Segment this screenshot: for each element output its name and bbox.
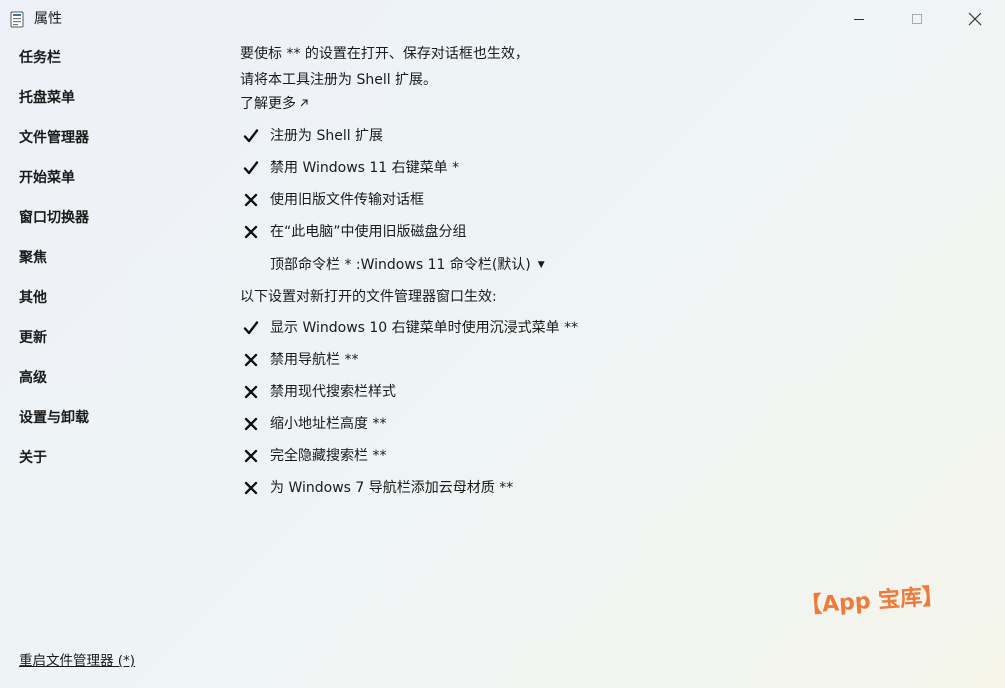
- cross-icon: [240, 381, 262, 403]
- cross-icon: [240, 221, 262, 243]
- maximize-icon: [911, 13, 923, 25]
- option-immersive-menu-win10[interactable]: 显示 Windows 10 右键菜单时使用沉浸式菜单 **: [240, 317, 578, 339]
- learn-more-link[interactable]: 了解更多: [240, 94, 309, 114]
- option-label: 完全隐藏搜索栏 **: [270, 448, 387, 464]
- cross-icon: [240, 477, 262, 499]
- watermark-text: 【App 宝库】: [799, 583, 945, 619]
- cross-icon: [240, 413, 262, 435]
- intro-text-line2: 请将本工具注册为 Shell 扩展。: [240, 72, 438, 88]
- cross-icon: [240, 349, 262, 371]
- sidebar-item-advanced[interactable]: 高级: [19, 368, 47, 388]
- external-link-icon: [299, 94, 309, 114]
- sidebar-item-start-menu[interactable]: 开始菜单: [19, 168, 75, 188]
- option-label: 缩小地址栏高度 **: [270, 416, 387, 432]
- sidebar-item-other[interactable]: 其他: [19, 288, 47, 308]
- option-label: 禁用导航栏 **: [270, 352, 359, 368]
- checkmark-icon: [240, 317, 262, 339]
- cross-icon: [240, 189, 262, 211]
- minimize-button[interactable]: [830, 0, 888, 38]
- sidebar-item-taskbar[interactable]: 任务栏: [19, 48, 61, 68]
- settings-app-icon: [10, 11, 24, 28]
- dropdown-arrow-icon: ▼: [537, 260, 545, 270]
- option-mica-win7-navbar[interactable]: 为 Windows 7 导航栏添加云母材质 **: [240, 477, 513, 499]
- close-icon: [968, 12, 982, 26]
- option-label: 使用旧版文件传输对话框: [270, 192, 424, 208]
- option-legacy-drive-grouping[interactable]: 在“此电脑”中使用旧版磁盘分组: [240, 221, 467, 243]
- dropdown-label: 顶部命令栏 * :: [270, 257, 361, 273]
- option-label: 注册为 Shell 扩展: [270, 128, 384, 144]
- learn-more-label: 了解更多: [240, 96, 296, 112]
- cross-icon: [240, 445, 262, 467]
- option-disable-navigation-bar[interactable]: 禁用导航栏 **: [240, 349, 358, 371]
- option-label: 禁用 Windows 11 右键菜单 *: [270, 160, 460, 176]
- option-label: 显示 Windows 10 右键菜单时使用沉浸式菜单 **: [270, 320, 579, 336]
- sidebar-item-spotlight[interactable]: 聚焦: [19, 248, 47, 268]
- sidebar-item-update[interactable]: 更新: [19, 328, 47, 348]
- sidebar-item-window-switcher[interactable]: 窗口切换器: [19, 208, 89, 228]
- window-title: 属性: [34, 11, 62, 27]
- option-register-shell-extension[interactable]: 注册为 Shell 扩展: [240, 125, 383, 147]
- dropdown-selected-value: Windows 11 命令栏(默认): [360, 257, 531, 273]
- minimize-icon: [853, 13, 865, 25]
- title-bar: 属性: [0, 0, 1005, 38]
- option-shrink-address-bar[interactable]: 缩小地址栏高度 **: [240, 413, 386, 435]
- option-label: 禁用现代搜索栏样式: [270, 384, 396, 400]
- close-button[interactable]: [946, 0, 1004, 38]
- option-disable-modern-search[interactable]: 禁用现代搜索栏样式: [240, 381, 396, 403]
- checkmark-icon: [240, 125, 262, 147]
- restart-explorer-link[interactable]: 重启文件管理器 (*): [19, 652, 135, 670]
- sidebar-item-file-manager[interactable]: 文件管理器: [19, 128, 89, 148]
- sidebar-item-about[interactable]: 关于: [19, 448, 47, 468]
- option-legacy-file-transfer-dialog[interactable]: 使用旧版文件传输对话框: [240, 189, 424, 211]
- option-disable-win11-context-menu[interactable]: 禁用 Windows 11 右键菜单 *: [240, 157, 459, 179]
- maximize-button[interactable]: [888, 0, 946, 38]
- option-label: 为 Windows 7 导航栏添加云母材质 **: [270, 480, 514, 496]
- sidebar-item-tray-menu[interactable]: 托盘菜单: [19, 88, 75, 108]
- option-label: 在“此电脑”中使用旧版磁盘分组: [270, 224, 467, 240]
- checkmark-icon: [240, 157, 262, 179]
- intro-text-line1: 要使标 ** 的设置在打开、保存对话框也生效，: [240, 46, 529, 62]
- sidebar-item-settings-uninstall[interactable]: 设置与卸载: [19, 408, 89, 428]
- option-hide-search-bar[interactable]: 完全隐藏搜索栏 **: [240, 445, 386, 467]
- command-bar-dropdown[interactable]: 顶部命令栏 * : Windows 11 命令栏(默认) ▼: [270, 255, 545, 275]
- section-note: 以下设置对新打开的文件管理器窗口生效:: [240, 289, 497, 305]
